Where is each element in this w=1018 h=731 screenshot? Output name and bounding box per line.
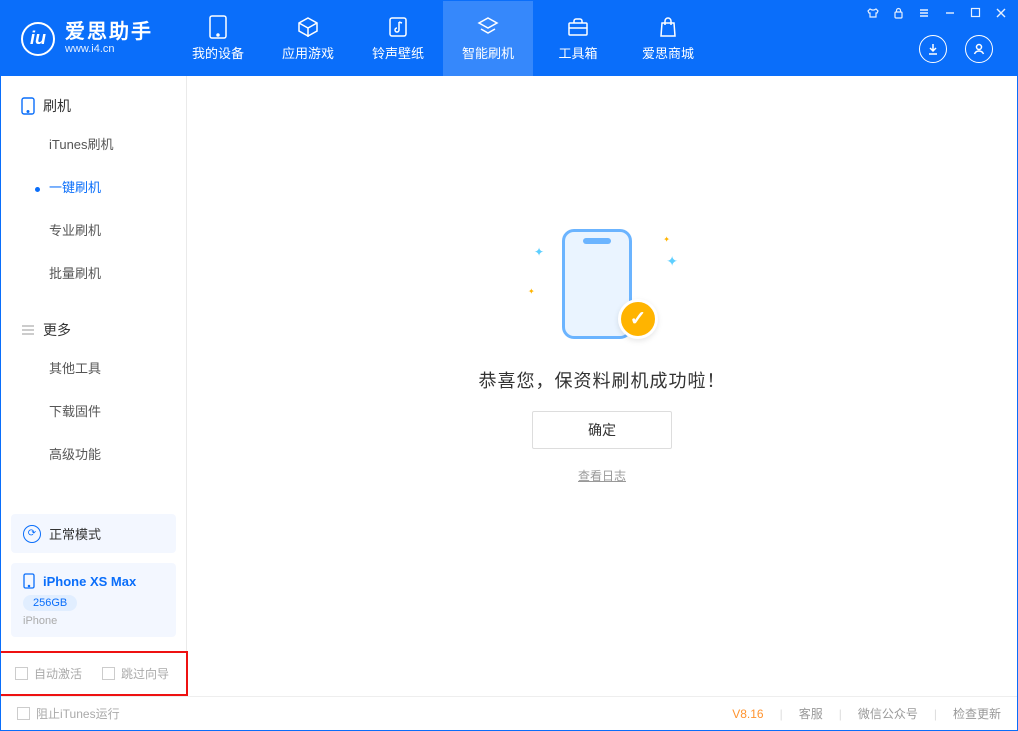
sidebar-heading-label: 刷机 [43,96,71,116]
sparkle-icon: ✦ [528,287,535,296]
nav-flash[interactable]: 智能刷机 [443,1,533,76]
version-label: V8.16 [732,707,763,721]
checkbox-icon [102,667,115,680]
view-log-link[interactable]: 查看日志 [578,467,626,484]
options-box: 自动激活 跳过向导 [1,651,188,696]
list-icon [21,324,35,336]
cube-icon [296,15,320,39]
app-title: 爱思助手 [65,21,153,43]
nav-label: 我的设备 [192,43,244,62]
main-nav: 我的设备 应用游戏 铃声壁纸 智能刷机 [173,1,713,76]
check-update-link[interactable]: 检查更新 [953,705,1001,722]
logo: iu 爱思助手 www.i4.cn [1,1,173,76]
download-button[interactable] [919,35,947,63]
device-storage-badge: 256GB [23,595,77,611]
sidebar-item-oneclick-flash[interactable]: 一键刷机 [1,165,186,208]
nav-label: 应用游戏 [282,43,334,62]
checkbox-label: 阻止iTunes运行 [36,705,120,722]
sidebar-item-advanced[interactable]: 高级功能 [1,432,186,475]
phone-icon [21,97,35,115]
sidebar-heading-label: 更多 [43,320,71,340]
checkbox-label: 自动激活 [34,665,82,682]
nav-label: 工具箱 [558,43,597,62]
nav-label: 铃声壁纸 [372,43,424,62]
device-card[interactable]: iPhone XS Max 256GB iPhone [11,563,176,637]
toolbox-icon [566,15,590,39]
phone-icon [23,573,35,589]
sparkle-icon: ✦ [534,245,544,259]
main-area: ✦ ✦ ✦ ✦ ✓ 恭喜您，保资料刷机成功啦！ 确定 查看日志 [187,76,1017,696]
app-subtitle: www.i4.cn [65,43,153,55]
user-button[interactable] [965,35,993,63]
shirt-icon[interactable] [867,7,879,22]
sidebar-item-batch-flash[interactable]: 批量刷机 [1,251,186,294]
music-icon [386,15,410,39]
minimize-button[interactable] [944,7,956,22]
phone-icon [206,15,230,39]
sidebar-bottom: ⟳ 正常模式 iPhone XS Max 256GB iPhone [1,514,186,651]
sidebar-item-pro-flash[interactable]: 专业刷机 [1,208,186,251]
header: iu 爱思助手 www.i4.cn 我的设备 应用游戏 [1,1,1017,76]
bag-icon [656,15,680,39]
checkbox-auto-activate[interactable]: 自动激活 [15,665,82,682]
sidebar-heading-more: 更多 [1,314,186,346]
sidebar-section-flash: 刷机 iTunes刷机 一键刷机 专业刷机 批量刷机 [1,76,186,300]
footer: 阻止iTunes运行 V8.16 | 客服 | 微信公众号 | 检查更新 [1,696,1017,730]
nav-label: 爱思商城 [642,43,694,62]
checkbox-skip-wizard[interactable]: 跳过向导 [102,665,169,682]
checkbox-icon [17,707,30,720]
window-controls [867,7,1007,22]
sync-icon: ⟳ [23,525,41,543]
confirm-button[interactable]: 确定 [532,411,672,449]
sparkle-icon: ✦ [666,253,678,270]
nav-ringtones[interactable]: 铃声壁纸 [353,1,443,76]
sidebar-section-more: 更多 其他工具 下载固件 高级功能 [1,300,186,481]
sidebar-item-itunes-flash[interactable]: iTunes刷机 [1,122,186,165]
mode-label: 正常模式 [49,524,101,543]
body: 刷机 iTunes刷机 一键刷机 专业刷机 批量刷机 更多 其他工具 下载固件 … [1,76,1017,696]
success-illustration: ✦ ✦ ✦ ✦ ✓ [532,229,672,349]
checkbox-block-itunes[interactable]: 阻止iTunes运行 [17,705,120,722]
sidebar-heading-flash: 刷机 [1,90,186,122]
nav-my-device[interactable]: 我的设备 [173,1,263,76]
close-button[interactable] [995,7,1007,22]
device-name-row: iPhone XS Max [23,573,164,589]
maximize-button[interactable] [970,7,981,22]
sidebar-item-other-tools[interactable]: 其他工具 [1,346,186,389]
checkbox-label: 跳过向导 [121,665,169,682]
refresh-icon [476,15,500,39]
logo-text: 爱思助手 www.i4.cn [65,21,153,55]
logo-icon: iu [21,22,55,56]
wechat-link[interactable]: 微信公众号 [858,705,918,722]
app-window: iu 爱思助手 www.i4.cn 我的设备 应用游戏 [0,0,1018,731]
lock-icon[interactable] [893,7,904,22]
support-link[interactable]: 客服 [799,705,823,722]
sidebar-item-download-firmware[interactable]: 下载固件 [1,389,186,432]
device-type: iPhone [23,615,164,627]
nav-store[interactable]: 爱思商城 [623,1,713,76]
sidebar: 刷机 iTunes刷机 一键刷机 专业刷机 批量刷机 更多 其他工具 下载固件 … [1,76,187,696]
nav-apps[interactable]: 应用游戏 [263,1,353,76]
device-name: iPhone XS Max [43,574,136,589]
success-message: 恭喜您，保资料刷机成功啦！ [479,367,726,393]
menu-icon[interactable] [918,7,930,22]
mode-card[interactable]: ⟳ 正常模式 [11,514,176,553]
checkbox-icon [15,667,28,680]
nav-label: 智能刷机 [462,43,514,62]
check-icon: ✓ [618,299,658,339]
nav-toolbox[interactable]: 工具箱 [533,1,623,76]
sparkle-icon: ✦ [663,235,670,244]
